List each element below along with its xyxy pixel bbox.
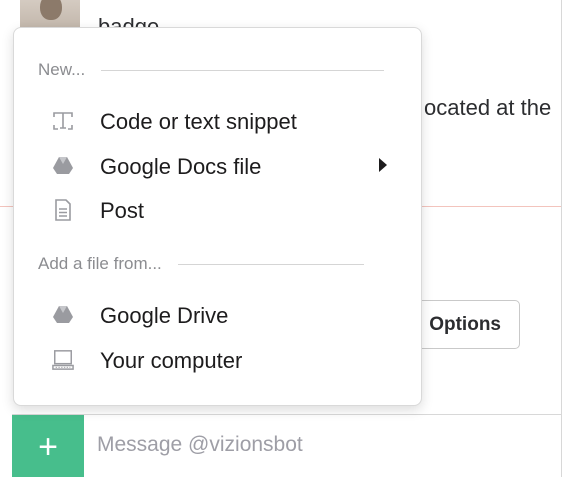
right-pane-edge: [561, 0, 571, 477]
menu-item-label: Code or text snippet: [100, 109, 297, 134]
computer-icon: [52, 349, 74, 371]
new-section-header: New...: [38, 60, 385, 80]
section-divider: [101, 69, 385, 71]
menu-item-label: Your computer: [100, 348, 243, 373]
snippet-icon: [52, 110, 74, 132]
google-drive-icon: [52, 304, 74, 326]
submenu-arrow-icon: [379, 158, 387, 172]
menu-item-code-snippet[interactable]: Code or text snippet: [14, 99, 421, 143]
add-section-header: Add a file from...: [38, 254, 364, 274]
add-file-button[interactable]: +: [12, 415, 84, 477]
menu-item-google-docs-file[interactable]: Google Docs file: [14, 144, 421, 188]
document-icon: [52, 199, 74, 221]
options-button-label: Options: [429, 314, 501, 335]
new-section-label: New...: [38, 60, 86, 79]
attach-menu: New... Code or text snippet Google Docs …: [13, 27, 422, 406]
menu-item-google-drive[interactable]: Google Drive: [14, 293, 421, 337]
menu-item-label: Google Docs file: [100, 154, 262, 179]
add-section-label: Add a file from...: [38, 254, 162, 273]
message-input[interactable]: Message @vizionsbot: [97, 433, 303, 457]
menu-item-label: Post: [100, 198, 145, 223]
message-composer: + Message @vizionsbot: [12, 414, 561, 477]
section-divider: [177, 263, 364, 265]
plus-icon: +: [38, 427, 58, 466]
message-body-fragment: ocated at the: [424, 95, 552, 120]
menu-item-post[interactable]: Post: [14, 188, 421, 232]
menu-item-label: Google Drive: [100, 303, 229, 328]
google-drive-icon: [52, 155, 74, 177]
menu-item-your-computer[interactable]: Your computer: [14, 338, 421, 382]
